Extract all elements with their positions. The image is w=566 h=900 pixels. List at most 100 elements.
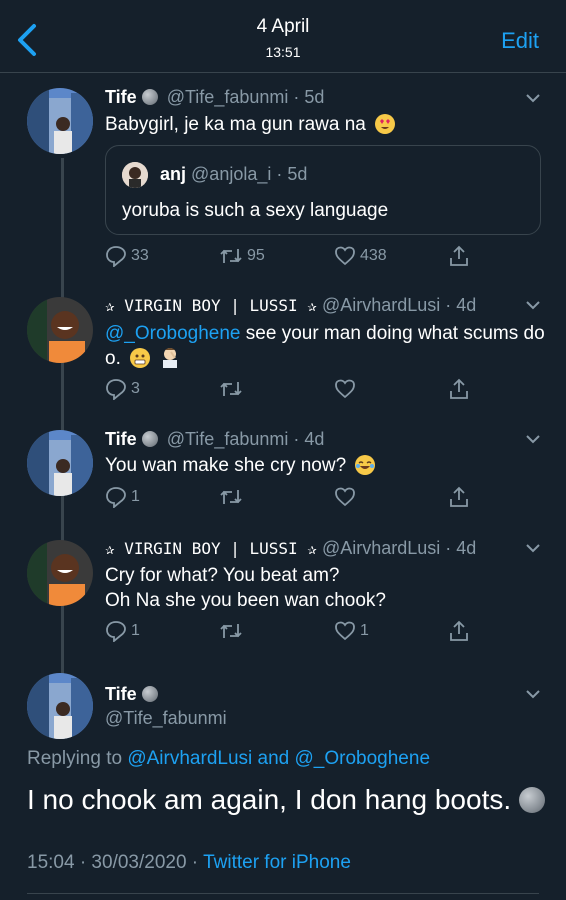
retweet-button[interactable] (219, 618, 247, 644)
like-button[interactable] (334, 376, 360, 402)
mention-link[interactable]: @_Oroboghene (105, 323, 241, 344)
grimace-emoji-icon (130, 348, 151, 368)
share-button[interactable] (448, 376, 470, 402)
tweet-age: · 4d (293, 429, 325, 449)
divider (27, 893, 539, 894)
avatar[interactable] (27, 540, 93, 606)
chevron-down-icon[interactable] (526, 690, 540, 699)
tweet-text: @_Oroboghene see your man doing what scu… (105, 321, 545, 371)
nav-subtitle: 13:51 (265, 44, 301, 60)
retweet-button[interactable]: 95 (219, 243, 265, 269)
nav-title: 4 April (256, 16, 310, 37)
like-count: 1 (360, 622, 369, 639)
chevron-down-icon[interactable] (526, 435, 540, 444)
share-button[interactable] (448, 484, 470, 510)
edit-button[interactable]: Edit (501, 28, 539, 54)
tweet-header: Tife @Tife_fabunmi · 4d (105, 429, 324, 450)
tweet-actions: 1 (105, 484, 525, 510)
quoted-text: yoruba is such a sexy language (122, 200, 389, 221)
quoted-tweet[interactable]: anj @anjola_i · 5d yoruba is such a sexy… (105, 145, 541, 235)
reply-button[interactable]: 1 (105, 618, 140, 644)
avatar[interactable] (27, 88, 93, 154)
like-button[interactable]: 1 (334, 618, 369, 644)
retweet-icon (220, 624, 242, 638)
quoted-age: · 5d (276, 164, 308, 184)
reply-button[interactable]: 3 (105, 376, 140, 402)
tweet-actions: 1 1 (105, 618, 525, 644)
like-icon (335, 621, 355, 641)
tweet-timestamp: 15:04 · 30/03/2020 · Twitter for iPhone (27, 852, 351, 873)
share-icon (450, 486, 468, 507)
replying-user-link[interactable]: @AirvhardLusi (127, 748, 252, 769)
focused-handle[interactable]: @Tife_fabunmi (105, 708, 227, 729)
user-handle[interactable]: @Tife_fabunmi (167, 429, 289, 449)
retweet-icon (220, 382, 242, 396)
user-handle[interactable]: @Tife_fabunmi (167, 87, 289, 107)
joy-emoji-icon (355, 455, 376, 475)
facepalm-emoji-icon (159, 346, 181, 368)
replying-to: Replying to @AirvhardLusi and @_Oroboghe… (27, 748, 431, 769)
focused-tweet-text: I no chook am again, I don hang boots. (27, 782, 549, 818)
like-count: 438 (360, 247, 387, 264)
like-icon (335, 379, 355, 399)
display-name[interactable]: ✰ VIRGIN BOY | LUSSI ✰ (105, 539, 317, 558)
share-icon (450, 245, 468, 266)
display-name[interactable]: Tife (105, 87, 137, 107)
like-icon (335, 246, 355, 266)
navigation-bar: 4 April 13:51 Edit (0, 0, 566, 73)
replying-user-link[interactable]: @_Oroboghene (295, 748, 431, 769)
focused-display-name: Tife (105, 684, 162, 705)
heart-eyes-emoji-icon (375, 114, 396, 134)
chevron-down-icon[interactable] (526, 301, 540, 310)
reply-icon (106, 379, 126, 400)
retweet-count: 95 (247, 247, 265, 264)
tweet-text-line: Oh Na she you been wan chook? (105, 590, 386, 611)
chevron-down-icon[interactable] (526, 94, 540, 103)
tweet-age: · 4d (445, 538, 477, 558)
chevron-down-icon[interactable] (526, 544, 540, 553)
tweet-text-content: Babygirl, je ka ma gun rawa na (105, 114, 366, 135)
retweet-icon (220, 490, 242, 504)
retweet-button[interactable] (219, 484, 247, 510)
tweet-text: You wan make she cry now? (105, 453, 376, 478)
moon-emoji-icon (141, 686, 158, 702)
quoted-handle[interactable]: @anjola_i (191, 164, 271, 184)
like-icon (335, 487, 355, 507)
quoted-header: anj @anjola_i · 5d (160, 164, 307, 185)
share-button[interactable] (448, 618, 470, 644)
tweet-age: · 4d (445, 295, 477, 315)
quoted-display-name[interactable]: anj (160, 164, 186, 184)
share-button[interactable] (448, 243, 470, 269)
display-name[interactable]: ✰ VIRGIN BOY | LUSSI ✰ (105, 296, 317, 315)
display-name[interactable]: Tife (105, 429, 137, 449)
avatar[interactable] (27, 297, 93, 363)
tweet-actions: 3 (105, 376, 525, 402)
reply-button[interactable]: 1 (105, 484, 140, 510)
tweet-text: Babygirl, je ka ma gun rawa na (105, 112, 396, 137)
tweet-header: ✰ VIRGIN BOY | LUSSI ✰ @AirvhardLusi · 4… (105, 538, 476, 559)
moon-emoji-icon (141, 431, 158, 447)
share-icon (450, 620, 468, 641)
tweet-text: Cry for what? You beat am? Oh Na she you… (105, 563, 386, 613)
user-handle[interactable]: @AirvhardLusi (322, 538, 440, 558)
retweet-button[interactable] (219, 376, 247, 402)
reply-icon (106, 487, 126, 508)
quoted-avatar[interactable] (122, 162, 148, 188)
reply-icon (106, 246, 126, 267)
like-button[interactable] (334, 484, 360, 510)
retweet-icon (220, 249, 242, 263)
reply-button[interactable]: 33 (105, 243, 149, 269)
tweet-header: ✰ VIRGIN BOY | LUSSI ✰ @AirvhardLusi · 4… (105, 295, 476, 316)
user-handle[interactable]: @AirvhardLusi (322, 295, 440, 315)
tweet-text-content: You wan make she cry now? (105, 455, 347, 476)
reply-count: 1 (131, 488, 140, 505)
avatar[interactable] (27, 673, 93, 739)
moon-emoji-icon (519, 787, 546, 813)
avatar[interactable] (27, 430, 93, 496)
reply-icon (106, 621, 126, 642)
reply-count: 33 (131, 247, 149, 264)
tweet-source-link[interactable]: Twitter for iPhone (203, 852, 351, 873)
like-button[interactable]: 438 (334, 243, 387, 269)
reply-count: 3 (131, 380, 140, 397)
tweet-actions: 33 95 438 (105, 243, 525, 269)
